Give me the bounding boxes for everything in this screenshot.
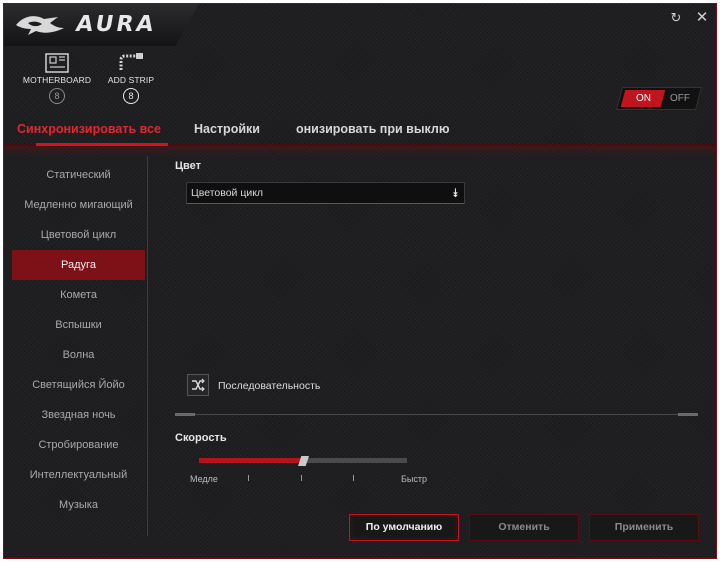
sequence-button[interactable] (187, 374, 209, 396)
device-count-badge: 8 (49, 88, 65, 104)
effect-wave[interactable]: Волна (12, 340, 145, 370)
effect-starry-night[interactable]: Звездная ночь (12, 400, 145, 430)
speed-min-label: Медле (190, 474, 218, 484)
effect-color-cycle[interactable]: Цветовой цикл (12, 220, 145, 250)
speed-tick (353, 475, 354, 481)
effect-flash[interactable]: Вспышки (12, 310, 145, 340)
aura-window: AURA ↻ ✕ MOTHERBOARD 8 ADD STRIP 8 ON OF… (3, 3, 717, 559)
effect-smart[interactable]: Интеллектуальный (12, 460, 145, 490)
app-title: AURA (73, 12, 159, 37)
effects-sidebar: Статический Медленно мигающий Цветовой ц… (12, 160, 145, 520)
motherboard-icon (45, 53, 69, 73)
effect-music[interactable]: Музыка (12, 490, 145, 520)
color-dropdown[interactable]: Цветовой цикл ⯯ (186, 182, 465, 204)
tab-settings[interactable]: Настройки (194, 122, 260, 136)
tab-sync-on-shutdown[interactable]: онизировать при выклю (296, 122, 450, 136)
cancel-button[interactable]: Отменить (469, 514, 579, 541)
sidebar-divider (147, 156, 148, 536)
apply-button[interactable]: Применить (589, 514, 699, 541)
speed-label: Скорость (175, 432, 227, 444)
power-toggle[interactable]: ON OFF (615, 87, 703, 110)
device-count-badge: 8 (123, 88, 139, 104)
speed-slider-fill (199, 458, 303, 463)
speed-tick (248, 475, 249, 481)
color-label: Цвет (175, 160, 202, 172)
toggle-off[interactable]: OFF (662, 93, 699, 104)
toggle-on[interactable]: ON (620, 90, 666, 107)
title-bar: AURA ↻ ✕ (4, 4, 716, 50)
speed-tick (301, 475, 302, 481)
refresh-icon[interactable]: ↻ (668, 10, 684, 26)
color-dropdown-value: Цветовой цикл (191, 187, 264, 199)
effect-breathing[interactable]: Медленно мигающий (12, 190, 145, 220)
default-button[interactable]: По умолчанию (349, 514, 459, 541)
speed-max-label: Быстр (401, 474, 428, 484)
effect-comet[interactable]: Комета (12, 280, 145, 310)
tab-glow (4, 146, 716, 156)
led-strip-icon (119, 53, 143, 70)
rog-logo-icon (16, 16, 64, 35)
section-divider-cap (175, 413, 195, 416)
section-divider (175, 414, 695, 415)
tab-sync-all[interactable]: Синхронизировать все (17, 122, 161, 136)
shuffle-icon (192, 378, 205, 392)
section-divider-cap (678, 413, 698, 416)
effect-rainbow[interactable]: Радуга (12, 250, 145, 280)
effect-static[interactable]: Статический (12, 160, 145, 190)
double-chevron-down-icon: ⯯ (451, 186, 459, 200)
effect-glowing-yoyo[interactable]: Светящийся Йойо (12, 370, 145, 400)
sequence-label: Последовательность (218, 380, 321, 392)
device-label: ADD STRIP (107, 75, 155, 85)
close-icon[interactable]: ✕ (694, 10, 710, 26)
tab-bar: Синхронизировать все Настройки онизирова… (4, 116, 716, 156)
device-add-strip[interactable]: ADD STRIP 8 (86, 52, 176, 104)
effect-strobing[interactable]: Стробирование (12, 430, 145, 460)
